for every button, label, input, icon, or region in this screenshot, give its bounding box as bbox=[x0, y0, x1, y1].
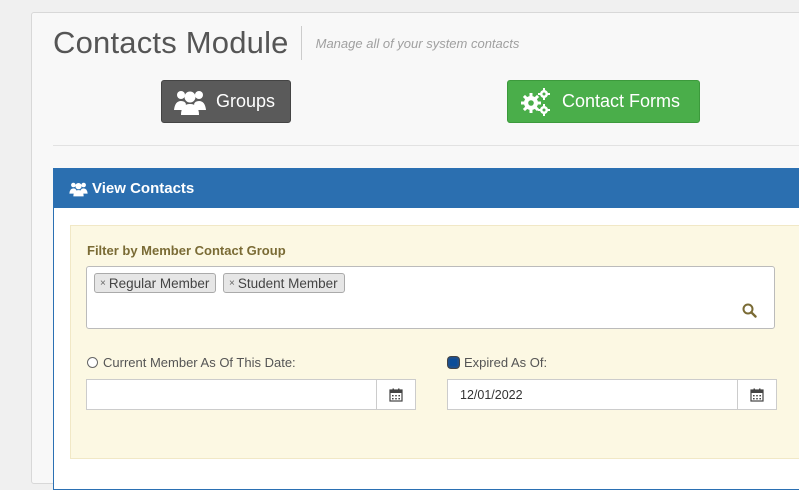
users-icon bbox=[174, 88, 206, 116]
tag-student-member: × Student Member bbox=[223, 273, 345, 293]
current-member-option[interactable]: Current Member As Of This Date: bbox=[87, 355, 296, 370]
current-member-label: Current Member As Of This Date: bbox=[103, 355, 296, 370]
panel-title: View Contacts bbox=[92, 180, 195, 197]
search-icon[interactable] bbox=[742, 303, 757, 323]
section-divider bbox=[53, 145, 799, 146]
tag-label: Regular Member bbox=[108, 275, 210, 291]
expired-radio[interactable] bbox=[448, 357, 459, 368]
contact-forms-button-label: Contact Forms bbox=[562, 91, 681, 111]
contact-group-select[interactable]: × Regular Member × Student Member bbox=[86, 266, 775, 329]
tag-regular-member: × Regular Member bbox=[94, 273, 217, 293]
expired-date-field[interactable]: 12/01/2022 bbox=[447, 379, 777, 410]
page-header: Contacts Module Manage all of your syste… bbox=[53, 25, 520, 60]
expired-option[interactable]: Expired As Of: bbox=[448, 355, 547, 370]
remove-tag-icon[interactable]: × bbox=[229, 278, 235, 289]
current-member-date-field[interactable] bbox=[86, 379, 416, 410]
calendar-icon[interactable] bbox=[376, 380, 415, 409]
page-title: Contacts Module bbox=[53, 25, 289, 60]
groups-button-label: Groups bbox=[216, 91, 276, 111]
contact-forms-button[interactable]: Contact Forms bbox=[507, 80, 700, 123]
current-member-radio[interactable] bbox=[87, 357, 98, 368]
users-icon bbox=[69, 181, 88, 197]
title-divider bbox=[300, 26, 302, 60]
expired-label: Expired As Of: bbox=[464, 355, 548, 370]
filter-label: Filter by Member Contact Group bbox=[87, 243, 286, 258]
expired-date-value[interactable]: 12/01/2022 bbox=[448, 388, 737, 402]
groups-button[interactable]: Groups bbox=[161, 80, 291, 123]
remove-tag-icon[interactable]: × bbox=[100, 278, 106, 289]
calendar-icon[interactable] bbox=[737, 380, 776, 409]
filter-box: Filter by Member Contact Group × Regular… bbox=[70, 225, 799, 459]
contacts-module-card: Contacts Module Manage all of your syste… bbox=[31, 12, 799, 490]
view-contacts-panel: View Contacts Filter by Member Contact G… bbox=[53, 168, 799, 490]
gears-icon bbox=[520, 87, 552, 117]
panel-header: View Contacts bbox=[54, 169, 799, 208]
page-subtitle: Manage all of your system contacts bbox=[315, 35, 520, 51]
tag-label: Student Member bbox=[237, 275, 338, 291]
